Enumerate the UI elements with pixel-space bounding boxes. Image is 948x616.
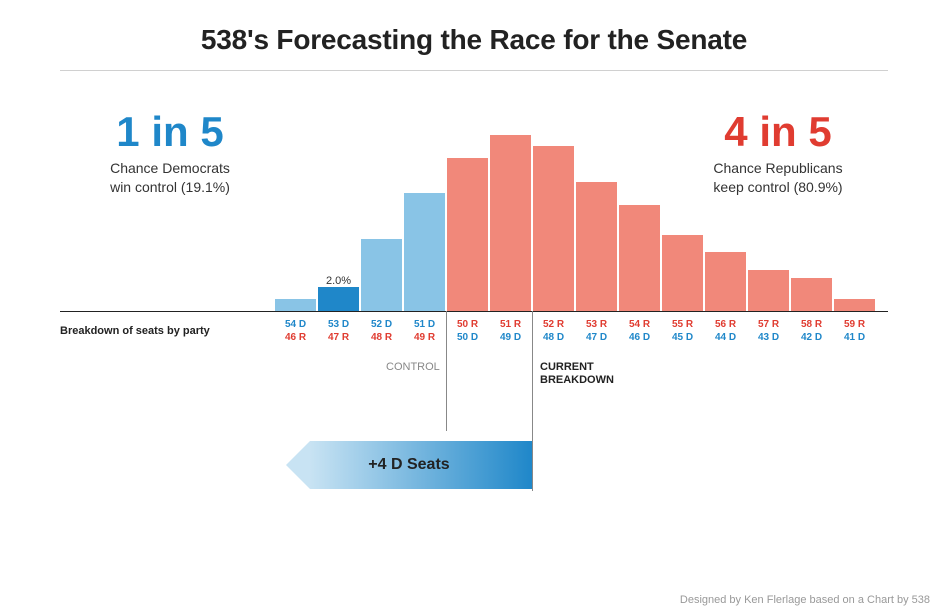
- x-tick: 52 D48 R: [361, 319, 402, 344]
- bar: [662, 235, 703, 311]
- bar: [533, 146, 574, 311]
- x-tick: 52 R48 D: [533, 319, 574, 344]
- bar: [490, 135, 531, 311]
- x-tick: 54 R46 D: [619, 319, 660, 344]
- current-ref-l1: CURRENT: [540, 361, 594, 373]
- x-tick: 54 D46 R: [275, 319, 316, 344]
- x-tick: 53 D47 R: [318, 319, 359, 344]
- x-axis-labels: 54 D46 R53 D47 R52 D48 R51 D49 R50 R50 D…: [275, 319, 875, 344]
- x-tick: 59 R41 D: [834, 319, 875, 344]
- current-ref-l2: BREAKDOWN: [540, 374, 614, 386]
- chart-canvas: 1 in 5 Chance Democrats win control (19.…: [60, 81, 888, 541]
- arrow-text: +4 D Seats: [286, 456, 532, 474]
- x-tick: 53 R47 D: [576, 319, 617, 344]
- control-ref-label: CONTROL: [386, 361, 440, 374]
- bar-value-label: 2.0%: [326, 275, 351, 287]
- bar: [791, 278, 832, 311]
- bar: [748, 270, 789, 311]
- dem-odds-line1: Chance Democrats: [60, 159, 280, 178]
- current-ref-label: CURRENT BREAKDOWN: [540, 361, 614, 387]
- x-tick: 51 R49 D: [490, 319, 531, 344]
- shift-arrow: +4 D Seats: [286, 441, 532, 489]
- bar: [361, 239, 402, 311]
- bar: [834, 299, 875, 311]
- bar: [404, 193, 445, 311]
- bar: [576, 182, 617, 311]
- dem-odds-big: 1 in 5: [60, 111, 280, 153]
- bar: 2.0%: [318, 287, 359, 311]
- bar: [619, 205, 660, 311]
- bar: [447, 158, 488, 311]
- bars-container: 2.0%: [275, 111, 875, 311]
- x-tick: 55 R45 D: [662, 319, 703, 344]
- x-tick: 58 R42 D: [791, 319, 832, 344]
- bar: [275, 299, 316, 311]
- x-tick: 50 R50 D: [447, 319, 488, 344]
- credit-line: Designed by Ken Flerlage based on a Char…: [680, 594, 930, 606]
- x-tick: 51 D49 R: [404, 319, 445, 344]
- axis-label: Breakdown of seats by party: [60, 325, 210, 337]
- control-ref-line: [446, 311, 447, 431]
- current-ref-line: [532, 311, 533, 491]
- x-axis-line: [60, 311, 888, 312]
- x-tick: 57 R43 D: [748, 319, 789, 344]
- bar-chart: 2.0%: [275, 111, 875, 311]
- dem-odds-line2: win control (19.1%): [60, 178, 280, 197]
- rule: [60, 70, 888, 71]
- x-tick: 56 R44 D: [705, 319, 746, 344]
- bar: [705, 252, 746, 311]
- page-title: 538's Forecasting the Race for the Senat…: [0, 0, 948, 70]
- dem-callout: 1 in 5 Chance Democrats win control (19.…: [60, 111, 280, 197]
